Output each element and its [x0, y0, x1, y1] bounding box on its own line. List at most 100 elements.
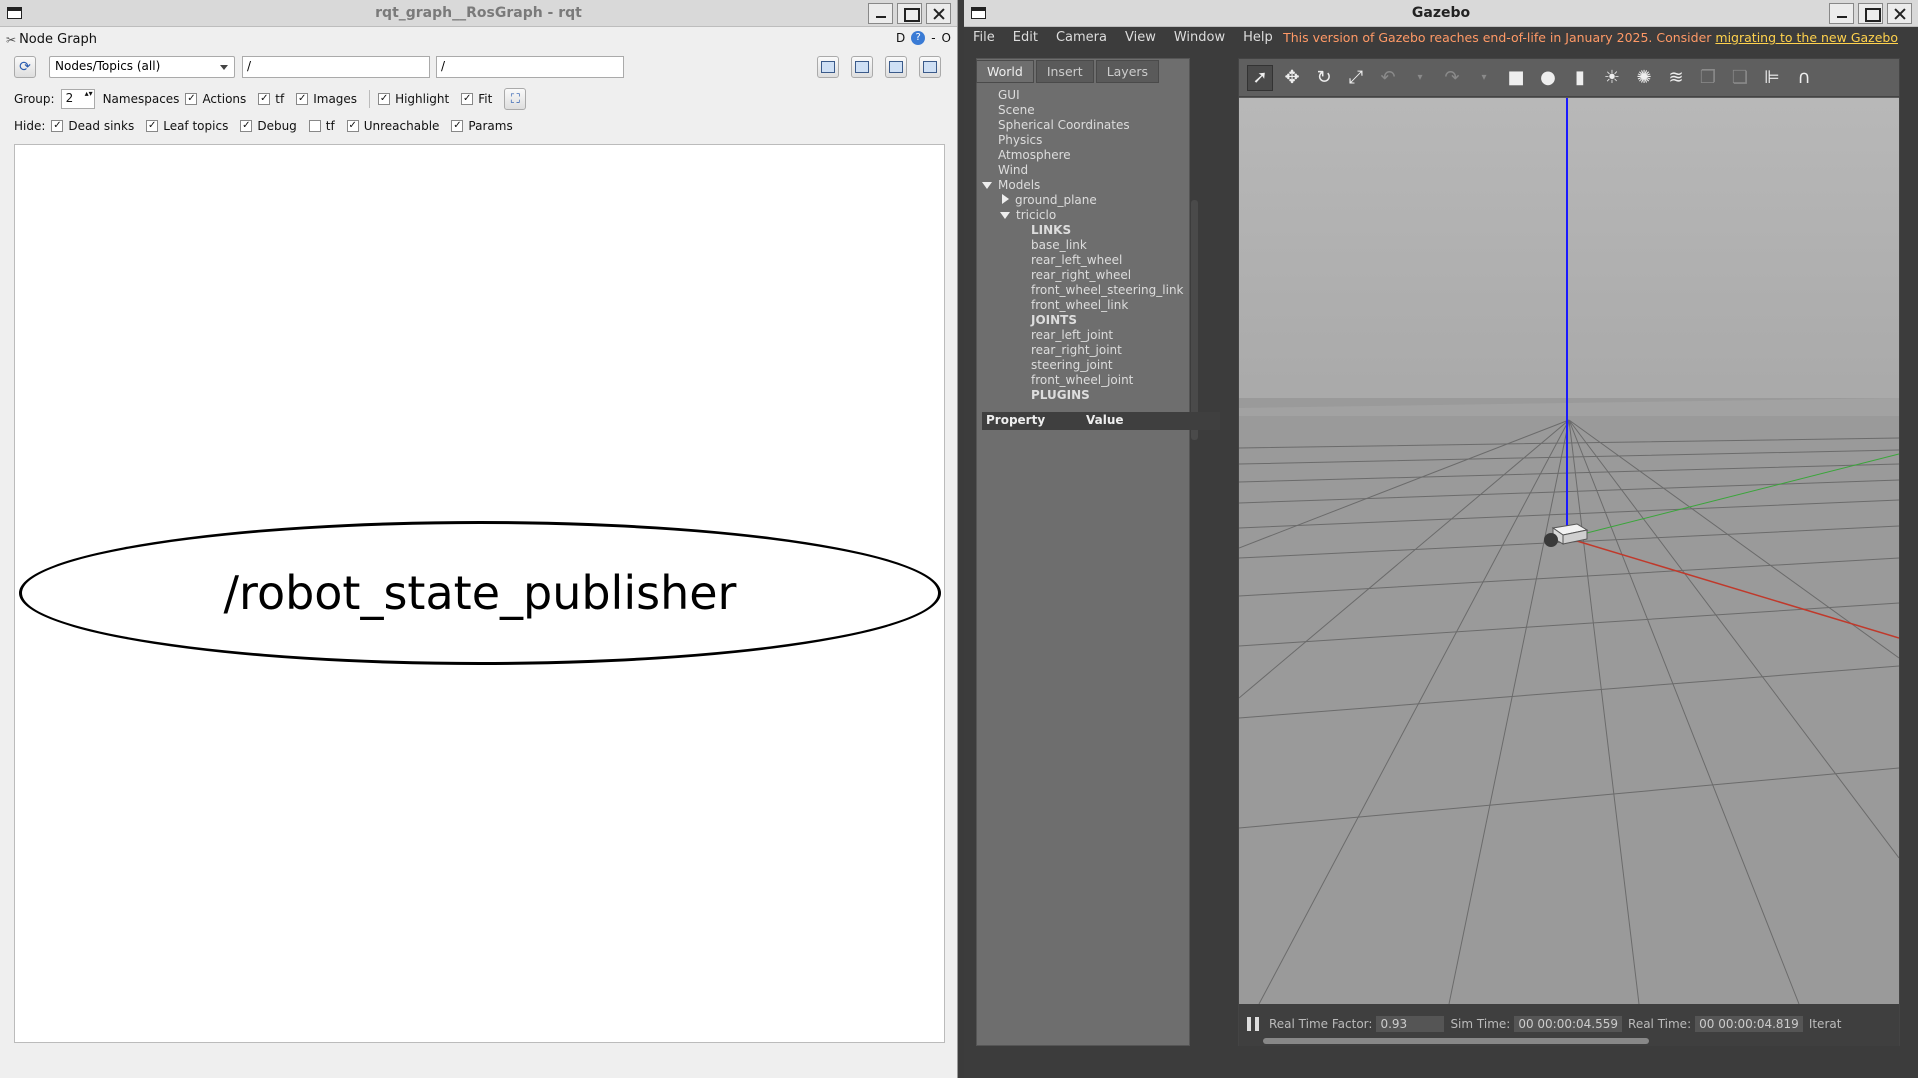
align-icon[interactable]: ⊫ — [1759, 65, 1785, 91]
sphere-shape-icon[interactable]: ● — [1535, 65, 1561, 91]
images-checkbox[interactable]: ✓ — [296, 93, 309, 105]
refresh-button[interactable]: ⟳ — [14, 56, 36, 78]
menu-view[interactable]: View — [1116, 28, 1165, 50]
fit-checkbox[interactable]: ✓ — [461, 93, 474, 105]
save-dot-button[interactable] — [851, 56, 873, 78]
close-button[interactable] — [926, 3, 951, 24]
undo-icon[interactable]: ↶ — [1375, 65, 1401, 91]
menu-window[interactable]: Window — [1165, 28, 1234, 50]
graph-mode-value: Nodes/Topics (all) — [55, 59, 161, 73]
copy-icon[interactable]: ❐ — [1695, 65, 1721, 91]
leaf-topics-checkbox[interactable]: ✓ — [146, 120, 159, 132]
time-panel-scrollbar[interactable] — [1263, 1038, 1649, 1044]
tree-item-wind[interactable]: Wind — [978, 163, 1178, 178]
close-plugin-button[interactable]: O — [942, 31, 951, 45]
menu-camera[interactable]: Camera — [1047, 28, 1116, 50]
gazebo-titlebar[interactable]: Gazebo — [964, 0, 1918, 27]
group-spinbox[interactable]: 2 — [60, 89, 95, 109]
select-mode-icon[interactable]: ➚ — [1247, 64, 1273, 91]
tree-link[interactable]: front_wheel_steering_link — [978, 283, 1184, 298]
tab-insert[interactable]: Insert — [1035, 60, 1094, 83]
tf-label: tf — [275, 92, 285, 106]
undo-history-icon[interactable]: ▾ — [1407, 65, 1433, 91]
tree-joint[interactable]: rear_right_joint — [978, 343, 1178, 358]
tree-joints-header: JOINTS — [1031, 313, 1078, 327]
tree-link[interactable]: rear_right_wheel — [978, 268, 1178, 283]
scale-mode-icon[interactable]: ⤢ — [1343, 65, 1369, 91]
load-dot-button[interactable] — [817, 56, 839, 78]
menu-edit[interactable]: Edit — [1004, 28, 1047, 50]
debug-label: Debug — [257, 119, 297, 133]
property-column: Property — [986, 413, 1046, 427]
tree-item-physics[interactable]: Physics — [978, 133, 1178, 148]
tree-joint[interactable]: rear_left_joint — [978, 328, 1178, 343]
save-image-button[interactable] — [919, 56, 941, 78]
graph-canvas[interactable]: /robot_state_publisher — [14, 144, 945, 1043]
graph-node[interactable]: /robot_state_publisher — [19, 521, 941, 665]
highlight-checkbox[interactable]: ✓ — [378, 93, 391, 105]
rqt-titlebar[interactable]: rqt_graph__RosGraph - rqt — [0, 0, 957, 27]
debug-checkbox[interactable]: ✓ — [240, 120, 253, 132]
tree-item-ground-plane[interactable]: ground_plane — [978, 193, 1178, 208]
tree-scrollbar[interactable] — [1191, 200, 1198, 440]
expand-down-icon[interactable] — [1000, 212, 1010, 219]
hide-tf-checkbox[interactable] — [308, 120, 321, 132]
spot-light-icon[interactable]: ✺ — [1631, 65, 1657, 91]
minimize-button[interactable] — [868, 3, 893, 24]
translate-mode-icon[interactable]: ✥ — [1279, 65, 1305, 91]
left-tabs: World Insert Layers — [976, 60, 1161, 83]
topic-filter-input[interactable]: / — [436, 56, 624, 78]
tree-joint[interactable]: front_wheel_joint — [978, 373, 1178, 388]
redo-history-icon[interactable]: ▾ — [1471, 65, 1497, 91]
options-row: Group: 2 Namespaces ✓ Actions ✓ tf ✓ Images… — [14, 88, 527, 110]
actions-checkbox[interactable]: ✓ — [185, 93, 198, 105]
box-shape-icon[interactable]: ■ — [1503, 65, 1529, 91]
tree-item-models[interactable]: Models — [978, 178, 1178, 193]
graph-mode-combo[interactable]: Nodes/Topics (all) — [49, 56, 235, 78]
property-table-header: Property Value — [982, 412, 1220, 430]
tab-layers[interactable]: Layers — [1095, 60, 1160, 83]
plugin-title: ✂ Node Graph — [6, 32, 97, 47]
expand-right-icon[interactable] — [1002, 194, 1009, 204]
tree-item-spherical[interactable]: Spherical Coordinates — [978, 118, 1178, 133]
unreachable-checkbox[interactable]: ✓ — [346, 120, 359, 132]
paste-icon[interactable]: ❏ — [1727, 65, 1753, 91]
snap-icon[interactable]: ∩ — [1791, 65, 1817, 91]
menu-help[interactable]: Help — [1234, 28, 1282, 50]
3d-scene[interactable] — [1239, 98, 1899, 1004]
tree-item-gui[interactable]: GUI — [978, 88, 1178, 103]
redo-icon[interactable]: ↷ — [1439, 65, 1465, 91]
tab-world[interactable]: World — [976, 60, 1034, 83]
tree-item-triciclo[interactable]: triciclo — [978, 208, 1178, 223]
tree-link[interactable]: rear_left_wheel — [978, 253, 1178, 268]
minimize-button[interactable] — [1829, 3, 1854, 24]
dock-button[interactable]: D — [896, 31, 905, 45]
tree-item-atmosphere[interactable]: Atmosphere — [978, 148, 1178, 163]
rotate-mode-icon[interactable]: ↻ — [1311, 65, 1337, 91]
tree-link[interactable]: front_wheel_link — [978, 298, 1178, 313]
menu-file[interactable]: File — [964, 28, 1004, 50]
save-svg-icon — [889, 61, 903, 73]
minimize-plugin-button[interactable]: - — [931, 31, 935, 45]
tf-checkbox[interactable]: ✓ — [258, 93, 271, 105]
point-light-icon[interactable]: ☀ — [1599, 65, 1625, 91]
close-button[interactable] — [1887, 3, 1912, 24]
node-filter-input[interactable]: / — [242, 56, 430, 78]
maximize-button[interactable] — [1858, 3, 1883, 24]
help-icon[interactable]: ? — [911, 31, 926, 45]
fit-in-view-button[interactable]: ⛶ — [504, 88, 527, 110]
dead-sinks-checkbox[interactable]: ✓ — [51, 120, 64, 132]
eol-link[interactable]: migrating to the new Gazebo — [1715, 30, 1898, 45]
maximize-button[interactable] — [897, 3, 922, 24]
tree-item-scene[interactable]: Scene — [978, 103, 1178, 118]
cylinder-shape-icon[interactable]: ▮ — [1567, 65, 1593, 91]
tree-joint[interactable]: steering_joint — [978, 358, 1178, 373]
params-checkbox[interactable]: ✓ — [451, 120, 464, 132]
directional-light-icon[interactable]: ≋ — [1663, 65, 1689, 91]
expand-down-icon[interactable] — [982, 182, 992, 189]
pause-icon[interactable] — [1247, 1017, 1259, 1031]
tree-plugins-header: PLUGINS — [1031, 388, 1090, 402]
world-tree: GUI Scene Spherical Coordinates Physics … — [978, 88, 1198, 440]
save-svg-button[interactable] — [885, 56, 907, 78]
tree-link[interactable]: base_link — [978, 238, 1178, 253]
